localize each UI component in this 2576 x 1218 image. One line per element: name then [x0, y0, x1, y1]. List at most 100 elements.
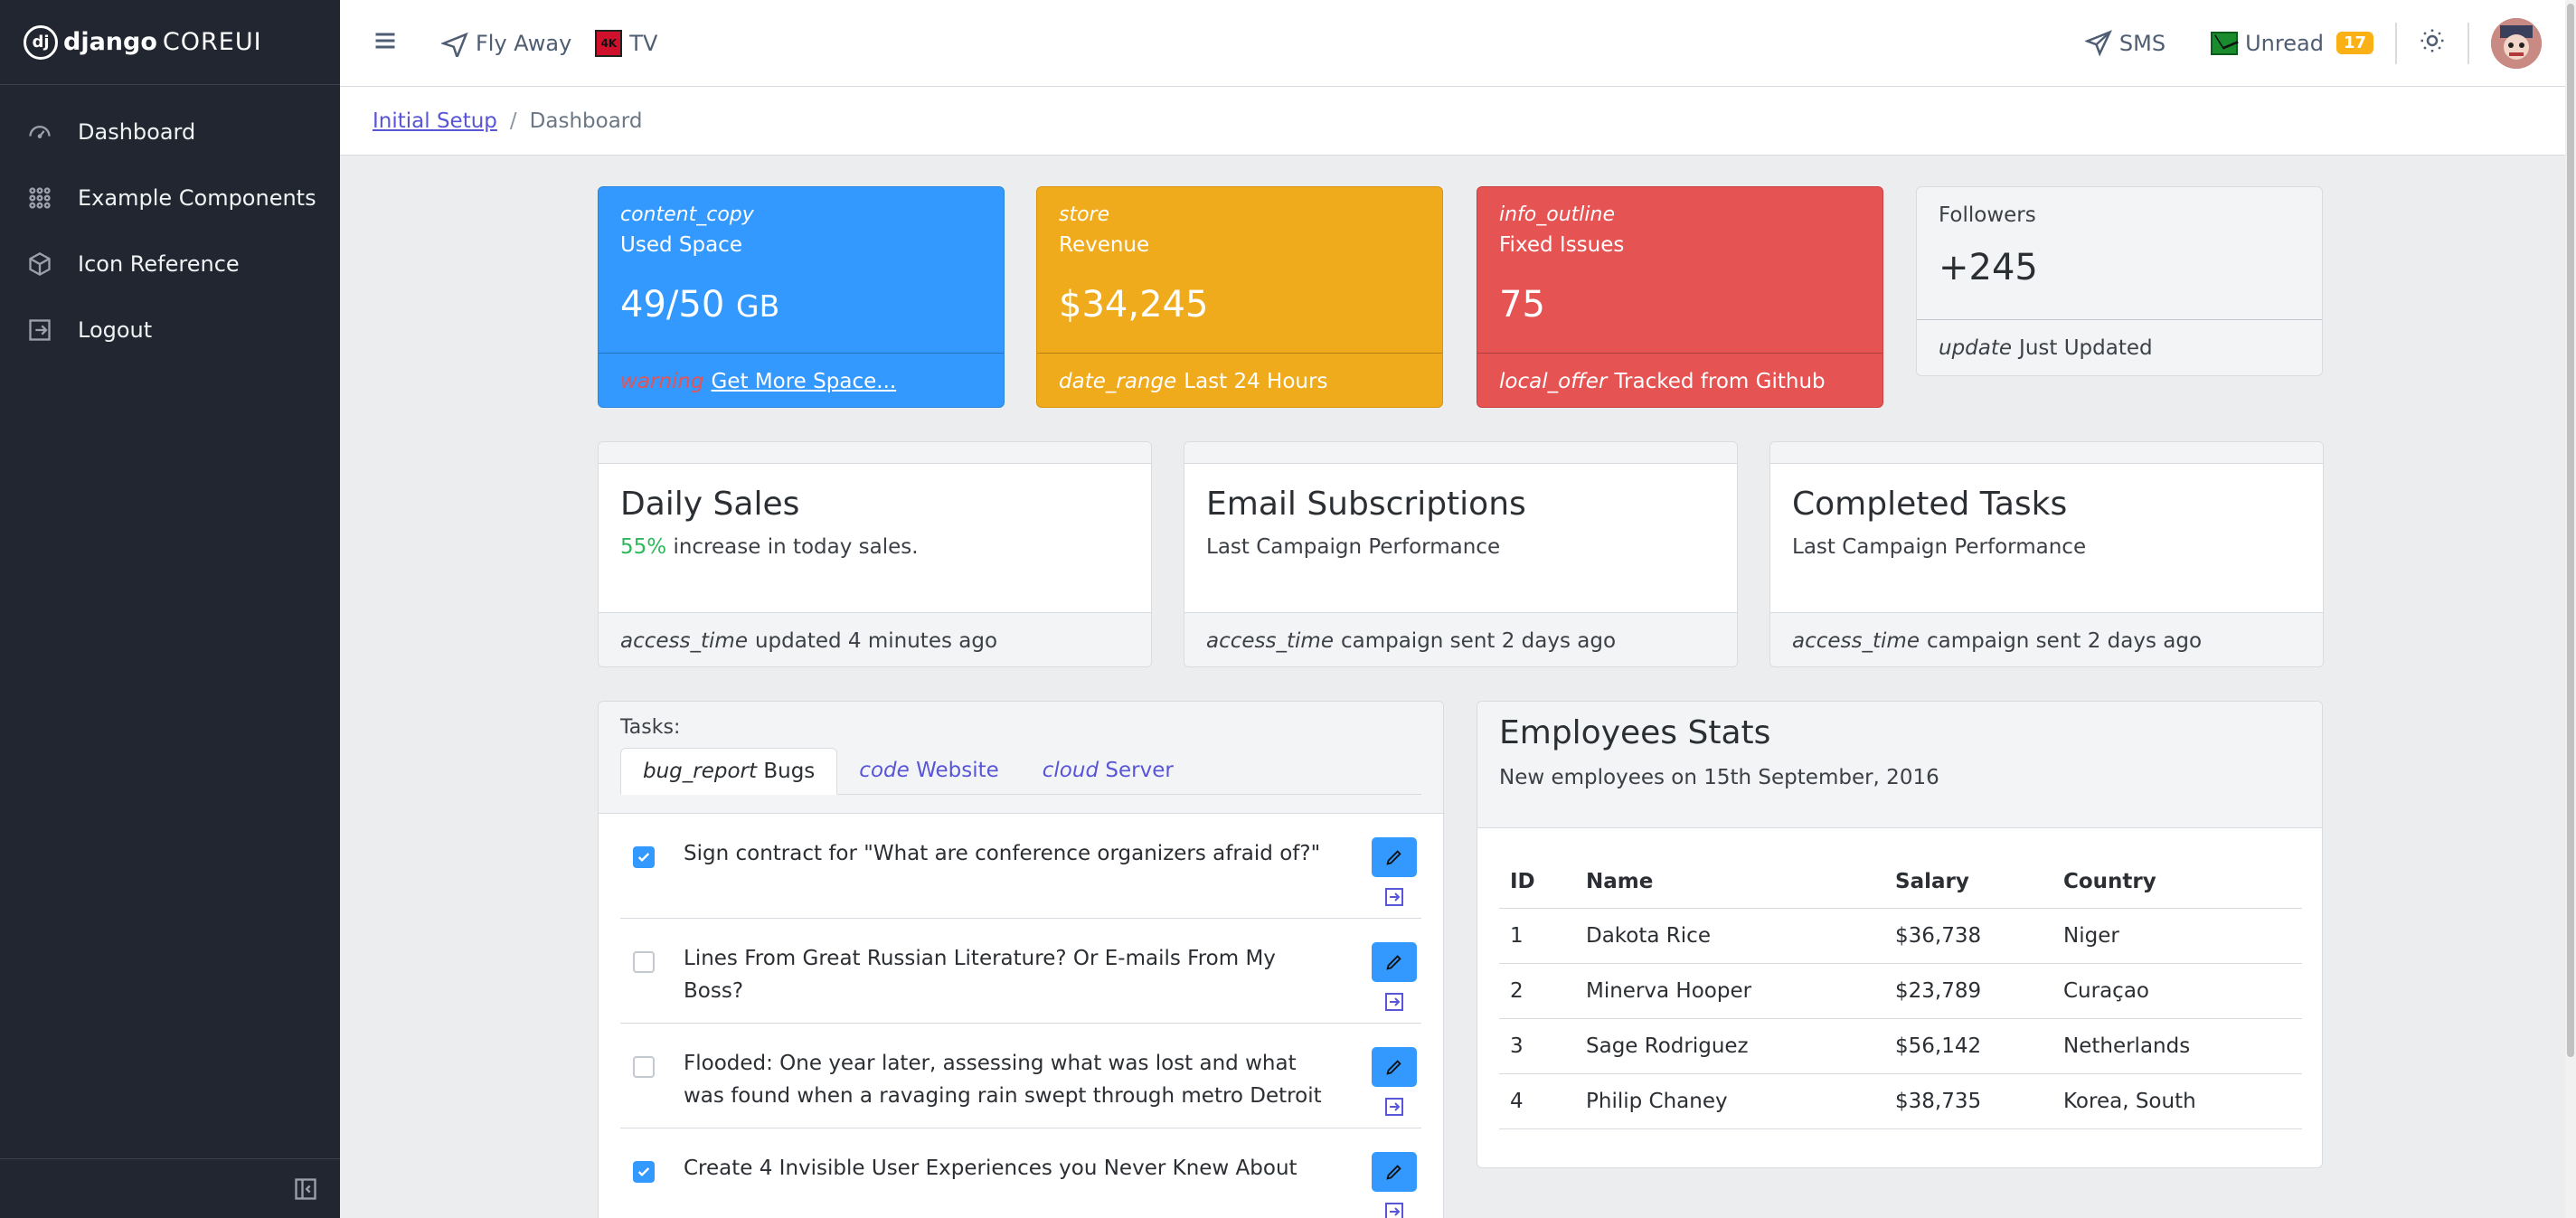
card-value-number: 49/50: [620, 284, 725, 326]
exit-icon: [1385, 1203, 1403, 1218]
brand[interactable]: dj django COREUI: [0, 0, 340, 85]
tab-website[interactable]: code Website: [837, 748, 1020, 794]
page-scrollbar[interactable]: [2565, 0, 2576, 1218]
card-value: $34,245: [1059, 284, 1209, 326]
sun-icon: [2420, 29, 2444, 52]
employees-table: ID Name Salary Country 1 Dakota Rice $36…: [1499, 855, 2302, 1129]
sidebar-nav: Dashboard Example Components Icon Refere…: [0, 99, 340, 363]
edit-task-button[interactable]: [1372, 1047, 1417, 1087]
sidebar-item-label: Icon Reference: [78, 250, 240, 277]
sidebar-footer: [0, 1158, 340, 1218]
card-footer-text: Last 24 Hours: [1184, 369, 1328, 393]
task-checkbox[interactable]: [633, 1161, 655, 1183]
column-header-salary: Salary: [1884, 855, 2052, 909]
sidebar-item-label: Dashboard: [78, 118, 196, 145]
header-divider: [2467, 22, 2469, 64]
brand-logo[interactable]: dj django COREUI: [24, 24, 262, 60]
tab-bugs[interactable]: bug_report Bugs: [620, 748, 838, 795]
tasks-card: Tasks: bug_report Bugs code Website clou…: [598, 701, 1444, 1218]
edit-task-button[interactable]: [1372, 942, 1417, 982]
completed-tasks-card: Completed Tasks Last Campaign Performanc…: [1769, 441, 2324, 667]
sidebar-toggle-button[interactable]: [373, 28, 398, 59]
card-footer: access_time campaign sent 2 days ago: [1770, 612, 2323, 666]
header-link-fly-away[interactable]: Fly Away: [441, 30, 571, 57]
update-icon: update: [1939, 336, 2013, 360]
card-footer: access_time updated 4 minutes ago: [599, 612, 1151, 666]
task-list: Sign contract for "What are conference o…: [599, 814, 1443, 1218]
task-row: Create 4 Invisible User Experiences you …: [620, 1128, 1421, 1218]
access-time-icon: access_time: [620, 628, 748, 653]
header-link-tv[interactable]: 4K TV: [595, 29, 658, 57]
card-value: 75: [1499, 284, 1545, 326]
scrollbar-thumb[interactable]: [2567, 4, 2574, 1057]
column-header-id: ID: [1499, 855, 1575, 909]
cell-id: 3: [1499, 1018, 1575, 1074]
column-header-name: Name: [1575, 855, 1884, 909]
card-title: Email Subscriptions: [1206, 486, 1526, 523]
cell-country: Korea, South: [2052, 1073, 2302, 1129]
card-label: Fixed Issues: [1499, 233, 1625, 257]
hamburger-icon: [375, 33, 395, 48]
sidebar-item-icon-reference[interactable]: Icon Reference: [0, 231, 340, 297]
tasks-header: Tasks: bug_report Bugs code Website clou…: [599, 702, 1443, 814]
sidebar-item-dashboard[interactable]: Dashboard: [0, 99, 340, 165]
table-row: 4 Philip Chaney $38,735 Korea, South: [1499, 1073, 2302, 1129]
used-space-card: content_copy Used Space 49/50 GB warning…: [598, 186, 1005, 408]
card-subtitle-text: increase in today sales.: [673, 535, 919, 559]
task-row: Lines From Great Russian Literature? Or …: [620, 919, 1421, 1024]
date-range-icon: date_range: [1059, 369, 1177, 393]
task-checkbox[interactable]: [633, 846, 655, 868]
followers-card: Followers +245 update Just Updated: [1916, 186, 2323, 376]
cell-country: Curaçao: [2052, 963, 2302, 1019]
card-title: Completed Tasks: [1792, 486, 2068, 523]
card-footer-text: Just Updated: [2019, 336, 2153, 360]
get-more-space-link[interactable]: Get More Space...: [712, 370, 897, 393]
task-checkbox[interactable]: [633, 951, 655, 973]
checkmark-icon: [637, 1167, 650, 1176]
grid-icon: [29, 186, 51, 209]
card-subtitle: Last Campaign Performance: [1206, 535, 1501, 559]
unread-link[interactable]: Unread 17: [2211, 31, 2373, 56]
warning-icon: warning: [620, 369, 704, 393]
header-link-label: TV: [629, 30, 658, 56]
cell-salary: $36,738: [1884, 908, 2052, 964]
remove-task-button[interactable]: [1383, 1096, 1405, 1121]
employees-stats-card: Employees Stats New employees on 15th Se…: [1477, 701, 2323, 1168]
card-value: +245: [1939, 247, 2038, 288]
table-row: 3 Sage Rodriguez $56,142 Netherlands: [1499, 1018, 2302, 1074]
remove-task-button[interactable]: [1383, 886, 1405, 911]
sidebar: dj django COREUI Dashboard Example Compo…: [0, 0, 340, 1218]
task-row: Flooded: One year later, assessing what …: [620, 1024, 1421, 1128]
theme-toggle-button[interactable]: [2419, 27, 2446, 60]
card-title: Daily Sales: [620, 486, 800, 523]
sales-increase-value: 55%: [620, 535, 667, 559]
remove-task-button[interactable]: [1383, 991, 1405, 1016]
remove-task-button[interactable]: [1383, 1201, 1405, 1218]
sidebar-collapse-icon[interactable]: [293, 1176, 318, 1202]
avatar[interactable]: [2491, 17, 2542, 69]
task-checkbox[interactable]: [633, 1056, 655, 1078]
card-value: 49/50 GB: [620, 284, 982, 326]
revenue-card: store Revenue $34,245 date_range Last 24…: [1036, 186, 1443, 408]
card-header: [1184, 442, 1737, 464]
sidebar-item-logout[interactable]: Logout: [0, 297, 340, 363]
sidebar-item-example-components[interactable]: Example Components: [0, 165, 340, 231]
task-text: Flooded: One year later, assessing what …: [684, 1052, 1322, 1108]
card-footer: date_range Last 24 Hours: [1037, 353, 1442, 407]
email-subscriptions-card: Email Subscriptions Last Campaign Perfor…: [1184, 441, 1738, 667]
card-header: [599, 442, 1151, 464]
sidebar-item-label: Example Components: [78, 184, 316, 211]
cell-id: 4: [1499, 1073, 1575, 1129]
card-header: Employees Stats New employees on 15th Se…: [1477, 702, 2322, 828]
tab-server[interactable]: cloud Server: [1021, 748, 1195, 794]
breadcrumb-link-initial-setup[interactable]: Initial Setup: [373, 109, 497, 133]
user-avatar-icon: [2491, 17, 2542, 69]
edit-task-button[interactable]: [1372, 1152, 1417, 1192]
card-title: Employees Stats: [1499, 714, 1771, 751]
cell-id: 2: [1499, 963, 1575, 1019]
edit-task-button[interactable]: [1372, 837, 1417, 877]
checkmark-icon: [637, 853, 650, 862]
breadcrumb: Initial Setup / Dashboard: [340, 87, 2576, 156]
info-outline-icon: info_outline: [1499, 203, 1615, 226]
sms-link[interactable]: SMS: [2084, 29, 2166, 57]
